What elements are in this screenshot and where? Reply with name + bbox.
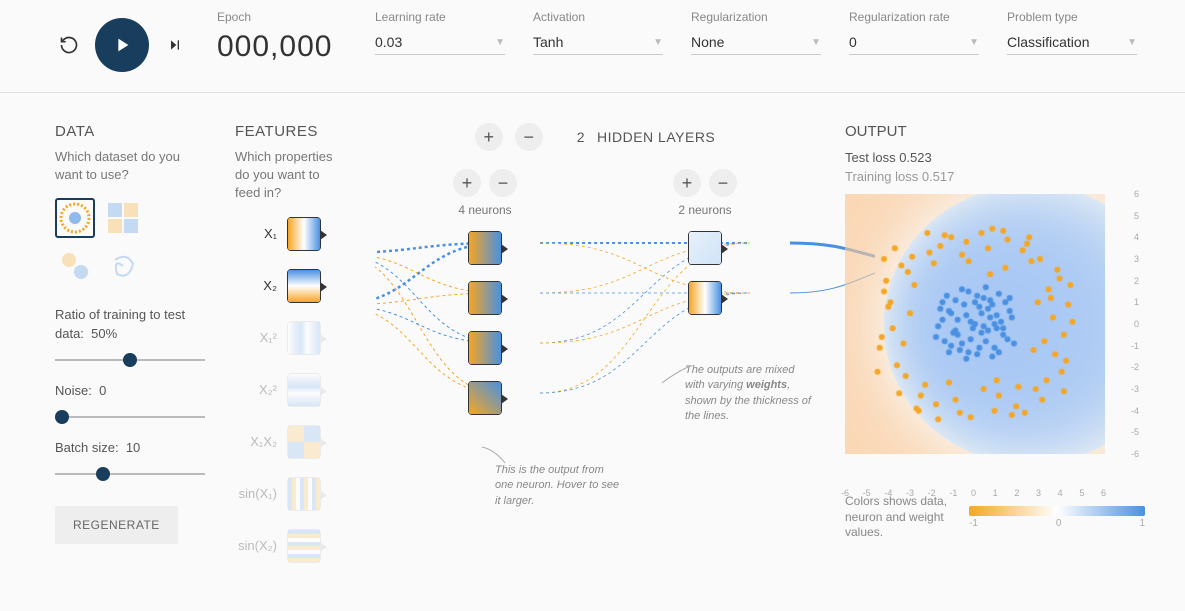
remove-neuron-button[interactable]: − <box>489 169 517 197</box>
step-button[interactable] <box>161 31 189 59</box>
feature-label: sin(X₂) <box>235 538 277 553</box>
caret-icon: ▼ <box>1127 37 1137 48</box>
hidden-neuron[interactable] <box>468 331 502 365</box>
feature-neuron[interactable] <box>287 373 321 407</box>
feature-label: X₂² <box>235 382 277 397</box>
layer-count: 2 <box>577 129 585 145</box>
feature-neuron[interactable] <box>287 529 321 563</box>
feature-neuron[interactable] <box>287 217 321 251</box>
problem-label: Problem type <box>1007 10 1137 24</box>
ratio-label: Ratio of training to test data: 50% <box>55 306 205 342</box>
hidden-title: HIDDEN LAYERS <box>597 129 715 145</box>
feature-neuron[interactable] <box>287 269 321 303</box>
feature-label: sin(X₁) <box>235 486 277 501</box>
regenerate-button[interactable]: REGENERATE <box>55 506 178 544</box>
caret-icon: ▼ <box>495 37 505 48</box>
lr-select[interactable]: 0.03▼ <box>375 30 505 55</box>
output-title: OUTPUT <box>845 123 1145 140</box>
epoch-value: 000,000 <box>217 30 347 64</box>
caret-icon: ▼ <box>969 37 979 48</box>
data-title: DATA <box>55 123 205 140</box>
hidden-neuron[interactable] <box>688 231 722 265</box>
dataset-xor[interactable] <box>103 198 143 238</box>
hidden-neuron[interactable] <box>468 231 502 265</box>
output-plot: 6543210-1-2-3-4-5-6 -6-5-4-3-2-10123456 <box>845 194 1125 474</box>
feature-neuron[interactable] <box>287 477 321 511</box>
reg-select[interactable]: None▼ <box>691 30 821 55</box>
remove-neuron-button[interactable]: − <box>709 169 737 197</box>
feature-neuron[interactable] <box>287 321 321 355</box>
layer-neuron-count: 2 neurons <box>678 203 731 217</box>
remove-layer-button[interactable]: − <box>515 123 543 151</box>
regrate-select[interactable]: 0▼ <box>849 30 979 55</box>
reset-button[interactable] <box>55 31 83 59</box>
batch-label: Batch size: 10 <box>55 439 205 457</box>
dataset-circle[interactable] <box>55 198 95 238</box>
add-layer-button[interactable]: + <box>475 123 503 151</box>
feature-label: X₁X₂ <box>235 434 277 449</box>
caret-icon: ▼ <box>653 37 663 48</box>
callout-weights: The outputs are mixed with varying weigh… <box>685 363 815 425</box>
noise-label: Noise: 0 <box>55 382 205 400</box>
epoch-label: Epoch <box>217 10 347 24</box>
hidden-neuron[interactable] <box>688 281 722 315</box>
reg-label: Regularization <box>691 10 821 24</box>
feature-label: X₂ <box>235 278 277 293</box>
features-title: FEATURES <box>235 123 345 140</box>
ratio-slider[interactable] <box>55 359 205 361</box>
legend-text: Colors shows data, neuron and weight val… <box>845 494 955 541</box>
train-loss: Training loss 0.517 <box>845 169 1145 184</box>
batch-slider[interactable] <box>55 473 205 475</box>
data-sub: Which dataset do you want to use? <box>55 148 205 184</box>
activation-select[interactable]: Tanh▼ <box>533 30 663 55</box>
test-loss: Test loss 0.523 <box>845 150 1145 165</box>
play-button[interactable] <box>95 18 149 72</box>
feature-label: X₁² <box>235 330 277 345</box>
hidden-neuron[interactable] <box>468 281 502 315</box>
layer-neuron-count: 4 neurons <box>458 203 511 217</box>
noise-slider[interactable] <box>55 416 205 418</box>
caret-icon: ▼ <box>811 37 821 48</box>
problem-select[interactable]: Classification▼ <box>1007 30 1137 55</box>
dataset-gauss[interactable] <box>55 246 95 286</box>
hidden-neuron[interactable] <box>468 381 502 415</box>
lr-label: Learning rate <box>375 10 505 24</box>
dataset-spiral[interactable] <box>103 246 143 286</box>
callout-neuron: This is the output from one neuron. Hove… <box>495 463 625 509</box>
legend-scale: -101 <box>969 506 1145 529</box>
add-neuron-button[interactable]: + <box>453 169 481 197</box>
activation-label: Activation <box>533 10 663 24</box>
feature-neuron[interactable] <box>287 425 321 459</box>
features-sub: Which properties do you want to feed in? <box>235 148 345 203</box>
feature-label: X₁ <box>235 226 277 241</box>
add-neuron-button[interactable]: + <box>673 169 701 197</box>
regrate-label: Regularization rate <box>849 10 979 24</box>
